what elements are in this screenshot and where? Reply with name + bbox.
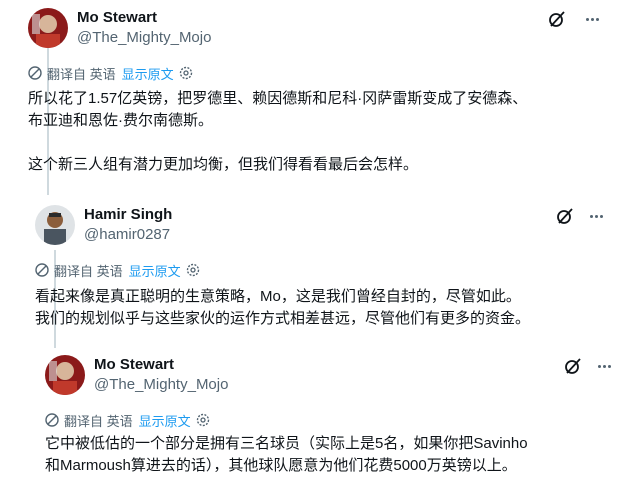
tweet[interactable]: Mo Stewart @The_Mighty_Mojo 翻译自 英语 显示原文 …: [0, 0, 627, 195]
avatar[interactable]: [35, 205, 75, 245]
gear-icon[interactable]: [179, 66, 193, 80]
user-handle[interactable]: @The_Mighty_Mojo: [94, 375, 228, 395]
translated-from-label: 翻译自 英语: [64, 413, 133, 429]
more-options-icon[interactable]: [582, 9, 602, 29]
grok-icon[interactable]: [547, 9, 567, 29]
translated-from-label: 翻译自 英语: [54, 263, 123, 279]
avatar[interactable]: [45, 355, 85, 395]
user-handle[interactable]: @hamir0287: [84, 225, 172, 245]
tweet-text: 它中被低估的一个部分是拥有三名球员（实际上是5名，如果你把Savinho 和Ma…: [45, 433, 528, 477]
translate-icon: [28, 66, 42, 80]
tweet[interactable]: Hamir Singh @hamir0287 翻译自 英语 显示原文 看起来像是…: [0, 195, 627, 345]
tweet-line: 布亚迪和恩佐·费尔南德斯。: [28, 112, 213, 129]
display-name[interactable]: Mo Stewart: [94, 355, 228, 375]
show-original-link[interactable]: 显示原文: [122, 64, 174, 83]
gear-icon[interactable]: [196, 413, 210, 427]
tweet-text: 看起来像是真正聪明的生意策略，Mo，这是我们曾经自封的，尽管如此。 我们的规划似…: [35, 286, 530, 330]
tweet-line: 和Marmoush算进去的话），其他球队愿意为他们花费5000万英镑以上。: [45, 457, 517, 474]
tweet-line: 它中被低估的一个部分是拥有三名球员（实际上是5名，如果你把Savinho: [45, 435, 528, 452]
tweet-header: Hamir Singh @hamir0287: [35, 202, 172, 248]
translate-bar: 翻译自 英语 显示原文: [28, 64, 193, 82]
grok-icon[interactable]: [563, 356, 583, 376]
tweet-header: Mo Stewart @The_Mighty_Mojo: [28, 5, 211, 51]
tweet-line: 所以花了1.57亿英镑，把罗德里、赖因德斯和尼科·冈萨雷斯变成了安德森、: [28, 90, 528, 107]
tweet-text: 所以花了1.57亿英镑，把罗德里、赖因德斯和尼科·冈萨雷斯变成了安德森、 布亚迪…: [28, 88, 527, 176]
tweet-line: 看起来像是真正聪明的生意策略，Mo，这是我们曾经自封的，尽管如此。: [35, 288, 521, 305]
translate-icon: [45, 413, 59, 427]
tweet-line: 这个新三人组有潜力更加均衡，但我们得看看最后会怎样。: [28, 156, 419, 173]
user-handle[interactable]: @The_Mighty_Mojo: [77, 28, 211, 48]
tweet-header: Mo Stewart @The_Mighty_Mojo: [45, 352, 228, 398]
tweet-line: 我们的规划似乎与这些家伙的运作方式相差甚远，尽管他们有更多的资金。: [35, 310, 531, 327]
translate-bar: 翻译自 英语 显示原文: [35, 261, 200, 279]
show-original-link[interactable]: 显示原文: [129, 261, 181, 280]
display-name[interactable]: Hamir Singh: [84, 205, 172, 225]
grok-icon[interactable]: [555, 206, 575, 226]
more-options-icon[interactable]: [586, 206, 606, 226]
translate-icon: [35, 263, 49, 277]
translated-from-label: 翻译自 英语: [47, 66, 116, 82]
show-original-link[interactable]: 显示原文: [139, 411, 191, 430]
gear-icon[interactable]: [186, 263, 200, 277]
translate-bar: 翻译自 英语 显示原文: [45, 411, 210, 429]
more-options-icon[interactable]: [594, 356, 614, 376]
avatar[interactable]: [28, 8, 68, 48]
tweet[interactable]: Mo Stewart @The_Mighty_Mojo 翻译自 英语 显示原文 …: [0, 345, 627, 498]
display-name[interactable]: Mo Stewart: [77, 8, 211, 28]
